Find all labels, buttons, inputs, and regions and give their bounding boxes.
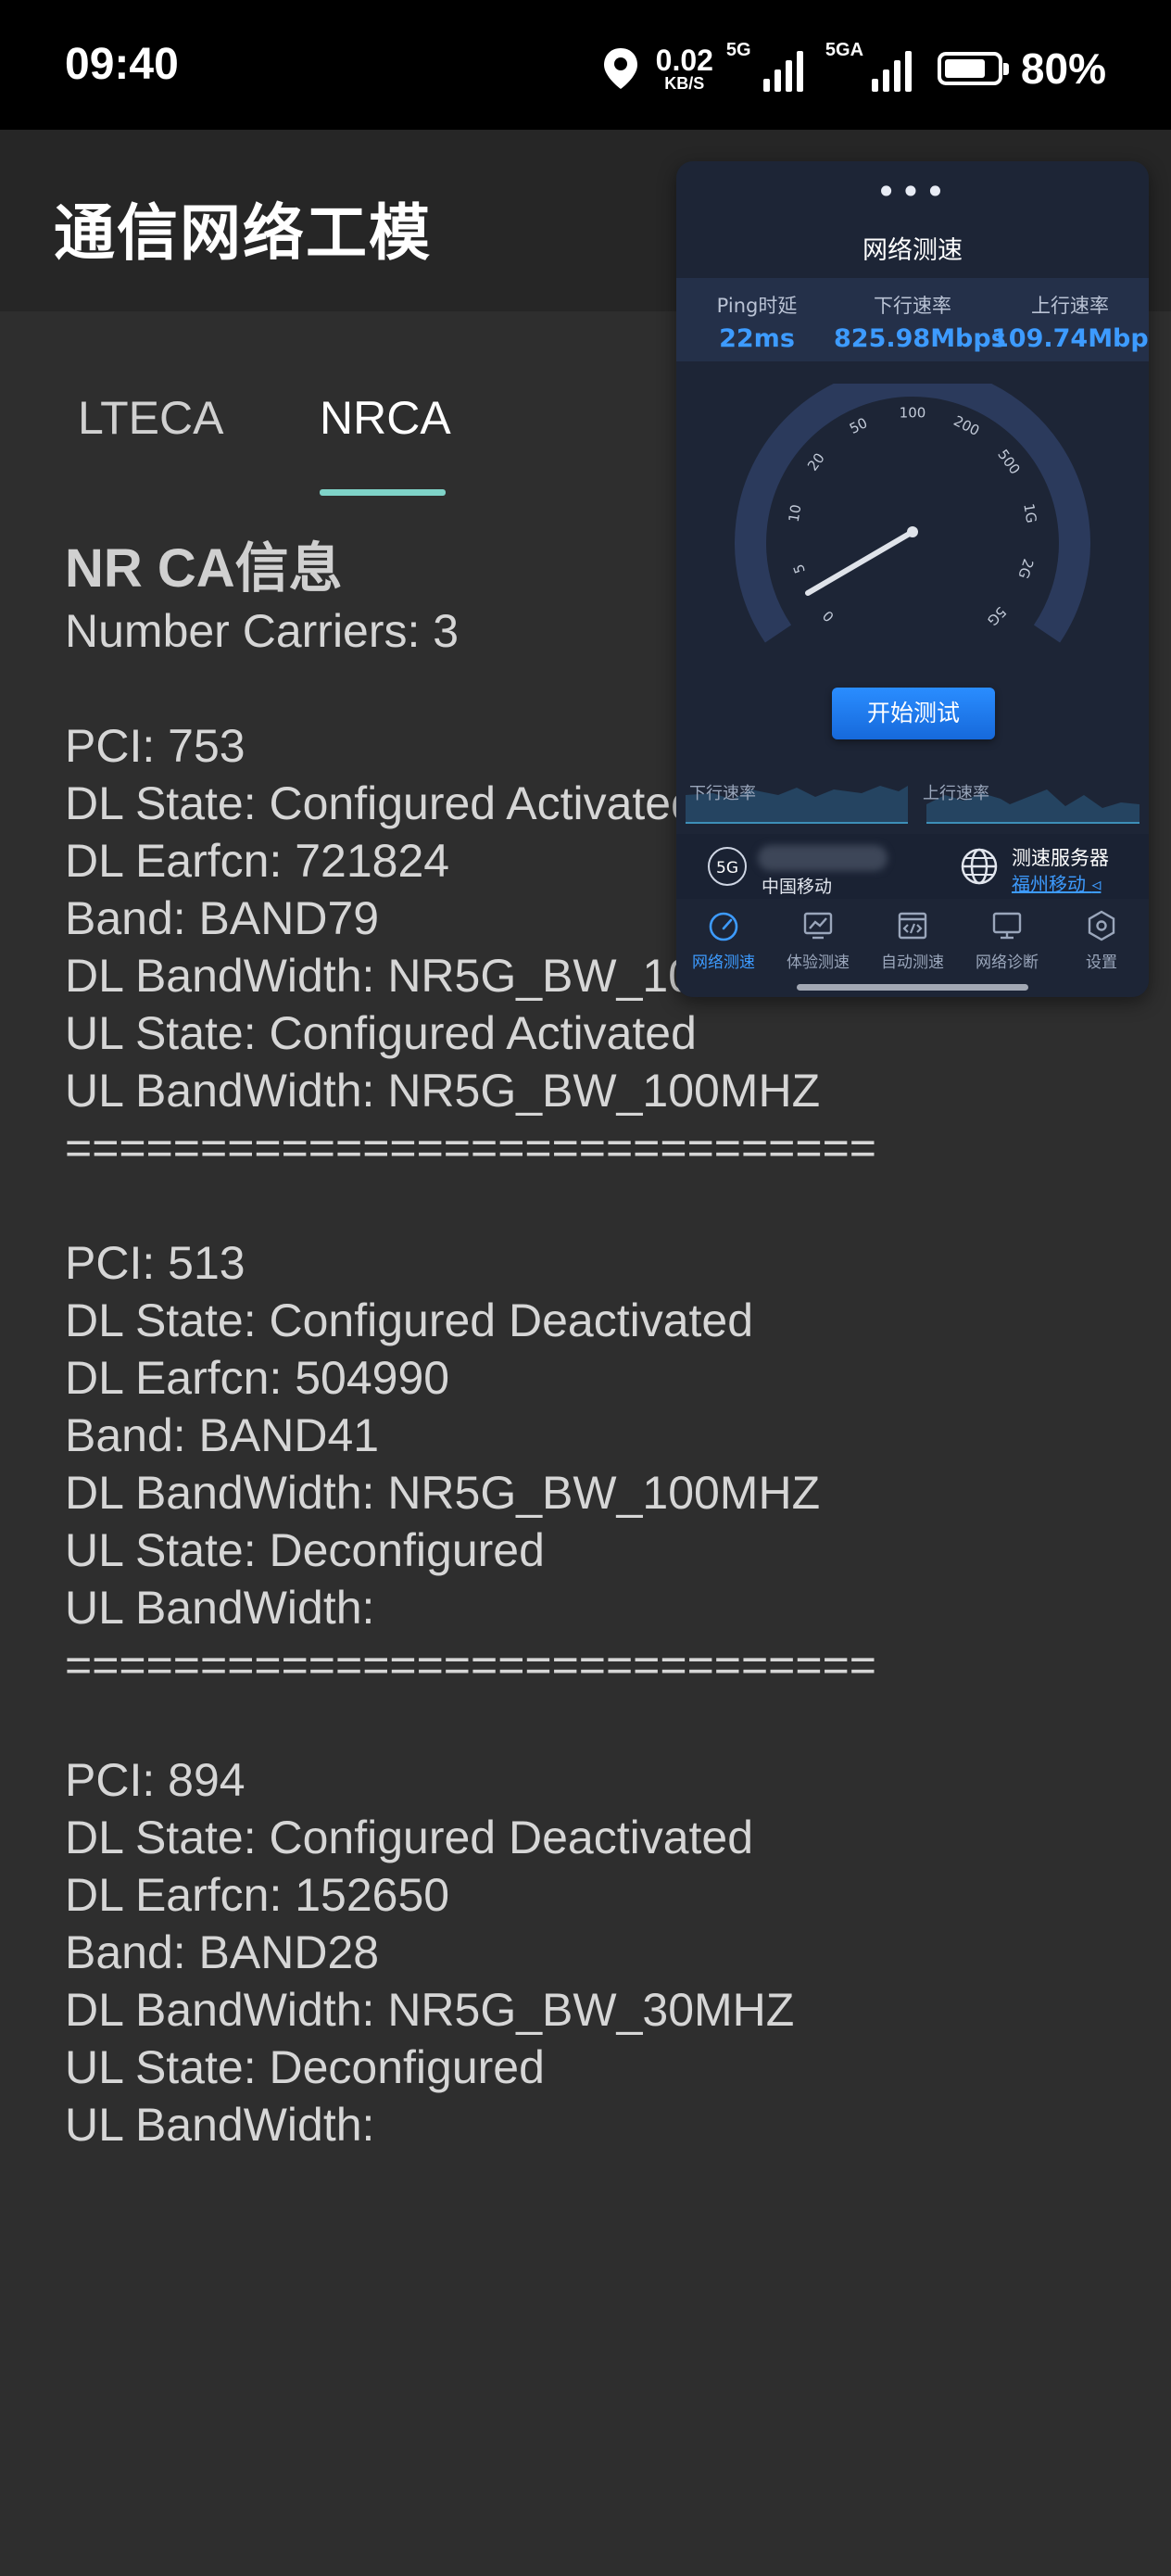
redacted-number [758,845,888,871]
speed-gauge: 0 5 10 20 50 100 200 500 1G 2G5G [735,384,1090,643]
nav-label: 网络测速 [692,953,755,972]
gauge-tick-label: 5 [790,562,809,575]
gauge-tick-label: 100 [900,405,926,422]
gauge-tick-label: 200 [951,412,982,439]
speedometer-icon [709,912,738,941]
download-value: 825.98Mbps [834,324,1006,353]
upload-label: 上行速率 [1031,295,1109,317]
gauge-needle [805,529,915,596]
battery-percent: 80% [1020,44,1106,93]
speed-history-chart: 下行速率 上行速率 [676,777,1149,832]
server-select-link[interactable]: 福州移动 ◃ [1012,869,1101,896]
network-speed-unit: KB/S [664,74,705,93]
location-icon [603,48,637,89]
sim1-network-tag: 5G [725,40,751,60]
carrier-block: PCI: 894 DL State: Configured Deactivate… [65,1751,1084,2153]
ping-label: Ping时延 [716,295,798,317]
page-title: 通信网络工模 [54,197,432,269]
nav-label: 体验测速 [787,953,850,972]
nav-network-speed[interactable]: 网络测速 [676,908,771,972]
chart-download-label: 下行速率 [689,784,756,803]
network-info-bar: 5G 中国移动 测速服务器 福州移动 ◃ [676,834,1149,899]
carrier-band: Band: BAND28 [65,1926,380,1978]
battery-icon [937,52,1009,85]
nav-label: 网络诊断 [976,953,1039,972]
server-value: 福州移动 [1012,873,1086,895]
nav-network-diagnosis[interactable]: 网络诊断 [960,908,1054,972]
tab-active-indicator [320,489,446,496]
status-time: 09:40 [65,40,179,89]
carrier-separator: ============================== [65,1122,876,1174]
start-test-button[interactable]: 开始测试 [832,688,995,739]
settings-hexagon-icon [1088,910,1115,941]
carrier-pci: PCI: 894 [65,1754,246,1806]
chart-upload-label: 上行速率 [923,784,989,803]
network-type-badge: 5G [708,847,747,886]
server-label: 测速服务器 [1012,847,1109,869]
nav-label: 设置 [1086,953,1117,972]
speed-test-floating-window[interactable]: ••• 网络测速 Ping时延 22ms 下行速率 825.98Mbps 上行速… [676,161,1149,997]
sim1-signal: 5G [726,40,803,92]
ping-value: 22ms [719,324,795,353]
carrier-ul-bandwidth: UL BandWidth: [65,1582,375,1634]
desktop-icon [992,912,1022,940]
nav-experience-speed[interactable]: 体验测速 [771,908,865,972]
tab-nrca[interactable]: NRCA [320,391,451,445]
tab-lteca[interactable]: LTECA [78,391,223,445]
carrier-ul-bandwidth: UL BandWidth: [65,2099,375,2151]
carrier-pci: PCI: 513 [65,1237,246,1289]
download-label: 下行速率 [874,295,951,317]
nav-label: 自动测速 [881,953,944,972]
upload-stat: 上行速率 109.74Mbps [991,291,1149,353]
window-menu-button[interactable]: ••• [676,174,1149,209]
ping-stat: Ping时延 22ms [678,291,836,353]
speed-test-title: 网络测速 [863,236,963,265]
gauge-tick-label: 1G [1020,502,1039,524]
carrier-dl-earfcn: DL Earfcn: 504990 [65,1352,450,1404]
carrier-dl-bandwidth: DL BandWidth: NR5G_BW_100MHZ [65,1467,821,1519]
status-bar: 09:40 0.02 KB/S 5G 5GA 80% [0,0,1171,130]
gauge-tick-label: 20 [804,449,828,474]
network-speed-value: 0.02 [655,44,713,77]
battery-fill [944,59,985,78]
chart-monitor-icon [803,912,833,940]
gauge-tick-label: 10 [786,503,805,524]
signal-icon [762,51,803,92]
gauge-tick-label: 5G [984,603,1010,629]
status-icons: 0.02 KB/S 5G 5GA 80% [602,40,1106,96]
gauge-tick-label: 0 [819,607,837,625]
upload-value: 109.74Mbps [991,324,1149,353]
signal-icon [871,51,912,92]
carrier-ul-state: UL State: Configured Activated [65,1007,697,1059]
carrier-dl-state: DL State: Configured Deactivated [65,1294,754,1346]
carrier-band: Band: BAND41 [65,1409,380,1461]
code-window-icon [898,912,927,940]
caret-left-icon: ◃ [1091,873,1102,895]
carrier-separator: ============================== [65,1639,876,1691]
nav-auto-speed[interactable]: 自动测速 [865,908,960,972]
speed-stats: Ping时延 22ms 下行速率 825.98Mbps 上行速率 109.74M… [676,278,1149,361]
carrier-dl-bandwidth: DL BandWidth: NR5G_BW_30MHZ [65,1984,795,2036]
download-stat: 下行速率 825.98Mbps [834,291,1006,353]
gauge-tick-label: 50 [847,414,870,437]
carrier-ul-state: UL State: Deconfigured [65,1524,545,1576]
carrier-dl-state: DL State: Configured Deactivated [65,1812,754,1863]
nav-settings[interactable]: 设置 [1054,908,1149,972]
window-drag-handle[interactable] [797,984,1028,991]
gauge-tick-label: 2G [1014,557,1037,581]
carrier-ul-state: UL State: Deconfigured [65,2041,545,2093]
sim2-network-tag: 5GA [825,40,864,60]
speed-test-nav: 网络测速 体验测速 自动测速 网络诊断 设置 [676,899,1149,997]
network-speed: 0.02 KB/S [656,45,713,92]
carrier-name: 中国移动 [762,877,833,897]
carrier-ul-bandwidth: UL BandWidth: NR5G_BW_100MHZ [65,1065,821,1117]
carrier-dl-earfcn: DL Earfcn: 152650 [65,1869,450,1921]
globe-icon [961,848,998,885]
sim2-signal: 5GA [825,40,912,92]
carrier-block: PCI: 513 DL State: Configured Deactivate… [65,1234,1084,1694]
gauge-tick-label: 500 [994,447,1023,478]
